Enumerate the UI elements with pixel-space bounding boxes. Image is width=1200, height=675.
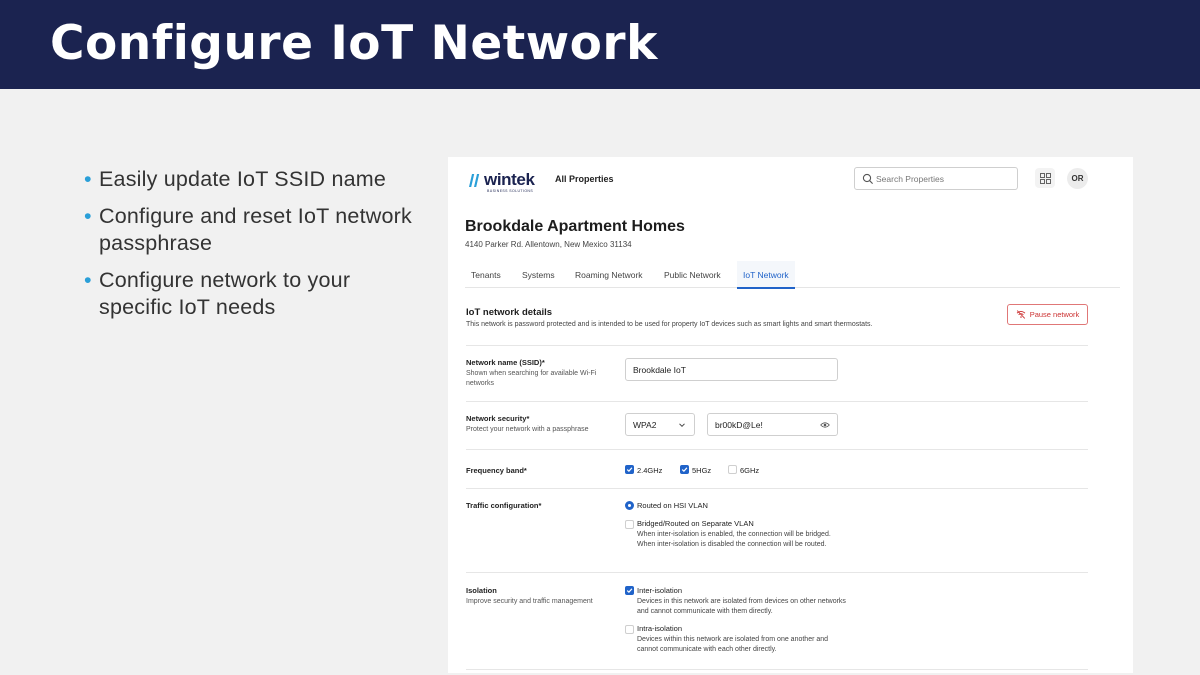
divider — [466, 449, 1088, 450]
freq-2-4ghz-checkbox[interactable] — [625, 465, 634, 474]
bullet-dot-icon: • — [84, 167, 92, 191]
bullet-item: • Easily update IoT SSID name — [84, 166, 429, 193]
search-input[interactable] — [876, 172, 1014, 186]
tab-systems[interactable]: Systems — [522, 261, 555, 288]
bullet-text: Configure network to your specific IoT n… — [99, 268, 351, 319]
tab-roaming-network[interactable]: Roaming Network — [575, 261, 643, 288]
wifi-off-icon — [1016, 310, 1025, 319]
grid-icon — [1039, 172, 1051, 184]
inter-isolation-description: Devices in this network are isolated fro… — [637, 598, 846, 615]
passphrase-input[interactable]: br00kD@Le! — [707, 413, 838, 436]
freq-5ghz-checkbox[interactable] — [680, 465, 689, 474]
ssid-hint: Shown when searching for available Wi-Fi… — [466, 370, 597, 387]
user-avatar[interactable]: OR — [1067, 168, 1088, 189]
security-mode-select[interactable]: WPA2 — [625, 413, 695, 436]
freq-2-4ghz-label: 2.4GHz — [637, 466, 663, 475]
bridged-vlan-label: Bridged/Routed on Separate VLAN — [637, 519, 754, 528]
bridged-vlan-description: When inter-isolation is enabled, the con… — [637, 531, 831, 548]
isolation-hint: Improve security and traffic management — [466, 598, 593, 605]
bullet-dot-icon: • — [84, 204, 92, 228]
freq-6ghz-checkbox[interactable] — [728, 465, 737, 474]
wintek-logo[interactable]: wintek BUSINESS SOLUTIONS — [468, 170, 540, 193]
chevron-down-icon — [679, 423, 685, 428]
app-screenshot-panel: wintek BUSINESS SOLUTIONS All Properties… — [448, 157, 1133, 673]
tab-bar: Tenants Systems Roaming Network Public N… — [465, 261, 1120, 289]
checkmark-icon — [626, 467, 633, 473]
pause-network-label: Pause network — [1029, 310, 1080, 319]
intra-isolation-description: Devices within this network are isolated… — [637, 636, 829, 653]
inter-isolation-label: Inter-isolation — [637, 586, 683, 595]
divider — [466, 401, 1088, 402]
eye-icon[interactable] — [820, 421, 830, 429]
all-properties-link[interactable]: All Properties — [555, 174, 614, 184]
logo-subtitle: BUSINESS SOLUTIONS — [487, 189, 534, 193]
bullet-dot-icon: • — [84, 268, 92, 292]
bullet-text: Configure and reset IoT network passphra… — [99, 204, 412, 255]
ssid-label: Network name (SSID)* — [466, 358, 545, 367]
divider — [466, 345, 1088, 346]
security-mode-value: WPA2 — [633, 419, 657, 430]
section-description: This network is password protected and i… — [466, 321, 873, 328]
apps-grid-button[interactable] — [1035, 168, 1055, 188]
page-title: Brookdale Apartment Homes — [465, 218, 685, 235]
tab-tenants[interactable]: Tenants — [471, 261, 501, 288]
intra-isolation-checkbox[interactable] — [625, 625, 634, 634]
checkmark-icon — [681, 467, 688, 473]
bullet-item: • Configure and reset IoT network passphr… — [84, 203, 429, 257]
freq-5ghz-label: 5HGz — [692, 466, 712, 475]
bullet-list: • Easily update IoT SSID name • Configure … — [84, 166, 429, 331]
divider — [466, 572, 1088, 573]
bullet-item: • Configure network to your specific IoT … — [84, 267, 429, 321]
bullet-text: Easily update IoT SSID name — [99, 167, 387, 191]
divider — [466, 669, 1088, 670]
logo-word: wintek — [484, 170, 535, 189]
routed-hsi-label: Routed on HSI VLAN — [637, 501, 708, 510]
slide-title: Configure IoT Network — [50, 16, 658, 71]
bridged-vlan-checkbox[interactable] — [625, 520, 634, 529]
passphrase-value: br00kD@Le! — [715, 419, 763, 430]
pause-network-button[interactable]: Pause network — [1007, 304, 1088, 325]
freq-6ghz-label: 6GHz — [740, 466, 760, 475]
inter-isolation-checkbox[interactable] — [625, 586, 634, 595]
security-hint: Protect your network with a passphrase — [466, 426, 589, 433]
intra-isolation-label: Intra-isolation — [637, 624, 683, 633]
ssid-input[interactable]: Brookdale IoT — [625, 358, 838, 381]
divider — [466, 488, 1088, 489]
search-icon — [862, 173, 873, 184]
routed-hsi-radio[interactable] — [625, 501, 634, 510]
frequency-label: Frequency band* — [466, 466, 527, 475]
tab-iot-network[interactable]: IoT Network — [737, 261, 795, 289]
property-address: 4140 Parker Rd. Allentown, New Mexico 31… — [465, 240, 632, 249]
security-label: Network security* — [466, 414, 530, 423]
logo-slashes-icon — [469, 174, 480, 187]
slide-header: Configure IoT Network — [0, 0, 1200, 89]
traffic-label: Traffic configuration* — [466, 501, 542, 510]
search-box[interactable] — [854, 167, 1018, 190]
checkmark-icon — [626, 588, 633, 594]
tab-public-network[interactable]: Public Network — [664, 261, 721, 288]
isolation-label: Isolation — [466, 586, 497, 595]
ssid-value: Brookdale IoT — [633, 364, 686, 375]
section-title: IoT network details — [466, 307, 553, 318]
